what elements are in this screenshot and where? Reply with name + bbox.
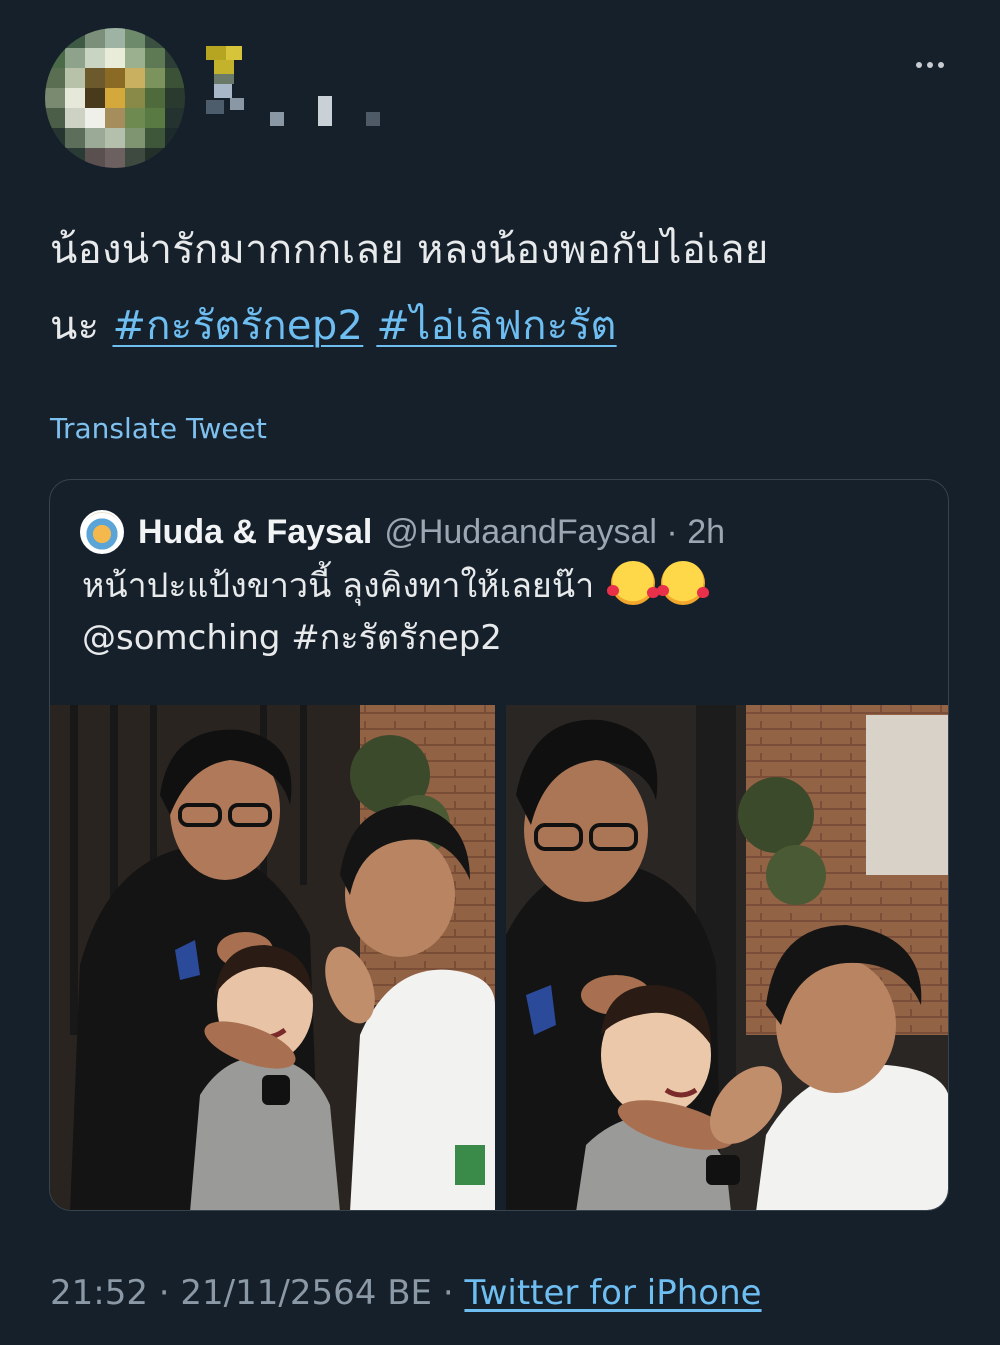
user-avatar[interactable] — [45, 28, 185, 168]
quoted-tweet-text: หน้าปะแป้งขาวนี้ ลุงคิงทาให้เลยน๊า @somc… — [82, 560, 922, 664]
tweet-text-prefix: นะ — [50, 303, 113, 349]
photo-illustration — [50, 705, 495, 1210]
quoted-user-handle: @HudaandFaysal · 2h — [384, 512, 726, 551]
tweet-text-line-2: นะ #กะรัตรักep2 #ไอ่เลิฟกะรัต — [50, 288, 960, 364]
user-name-obscured[interactable] — [200, 40, 390, 140]
quoted-tweet-card[interactable]: Huda & Faysal @HudaandFaysal · 2h หน้าปะ… — [49, 479, 949, 1211]
hashtag-link[interactable]: #กะรัตรักep2 — [112, 303, 363, 349]
quoted-user-avatar — [80, 510, 124, 554]
quoted-photo-2[interactable] — [506, 705, 948, 1210]
photo-illustration — [506, 705, 948, 1210]
dot-icon — [927, 62, 933, 68]
quoted-text-content: หน้าปะแป้งขาวนี้ ลุงคิงทาให้เลยน๊า — [82, 566, 595, 606]
more-options-button[interactable] — [905, 50, 955, 80]
smiling-face-with-hearts-icon — [657, 561, 709, 605]
quoted-text-line-2: @somching #กะรัตรักep2 — [82, 618, 502, 658]
tweet-text-line-1: น้องน่ารักมากกกเลย หลงน้องพอกับไอ่เลย — [50, 227, 769, 273]
dot-icon — [916, 62, 922, 68]
translate-tweet-link[interactable]: Translate Tweet — [50, 412, 267, 445]
quoted-text-line-1: หน้าปะแป้งขาวนี้ ลุงคิงทาให้เลยน๊า — [82, 560, 922, 612]
hashtag-link[interactable]: #ไอ่เลิฟกะรัต — [376, 303, 616, 349]
tweet-date: 21/11/2564 BE — [180, 1273, 433, 1313]
tweet-time: 21:52 — [50, 1273, 148, 1313]
dot-icon — [938, 62, 944, 68]
separator: · — [432, 1273, 465, 1313]
tweet-source-link[interactable]: Twitter for iPhone — [464, 1273, 761, 1313]
quoted-user-name: Huda & Faysal — [138, 512, 373, 551]
smiling-face-with-hearts-icon — [607, 561, 659, 605]
tweet-metadata: 21:52 · 21/11/2564 BE · Twitter for iPho… — [50, 1273, 762, 1313]
quoted-tweet-header: Huda & Faysal @HudaandFaysal · 2h — [80, 510, 725, 554]
quoted-photo-1[interactable] — [50, 705, 495, 1210]
tweet-text: น้องน่ารักมากกกเลย หลงน้องพอกับไอ่เลย นะ… — [50, 212, 960, 364]
separator: · — [147, 1273, 181, 1313]
